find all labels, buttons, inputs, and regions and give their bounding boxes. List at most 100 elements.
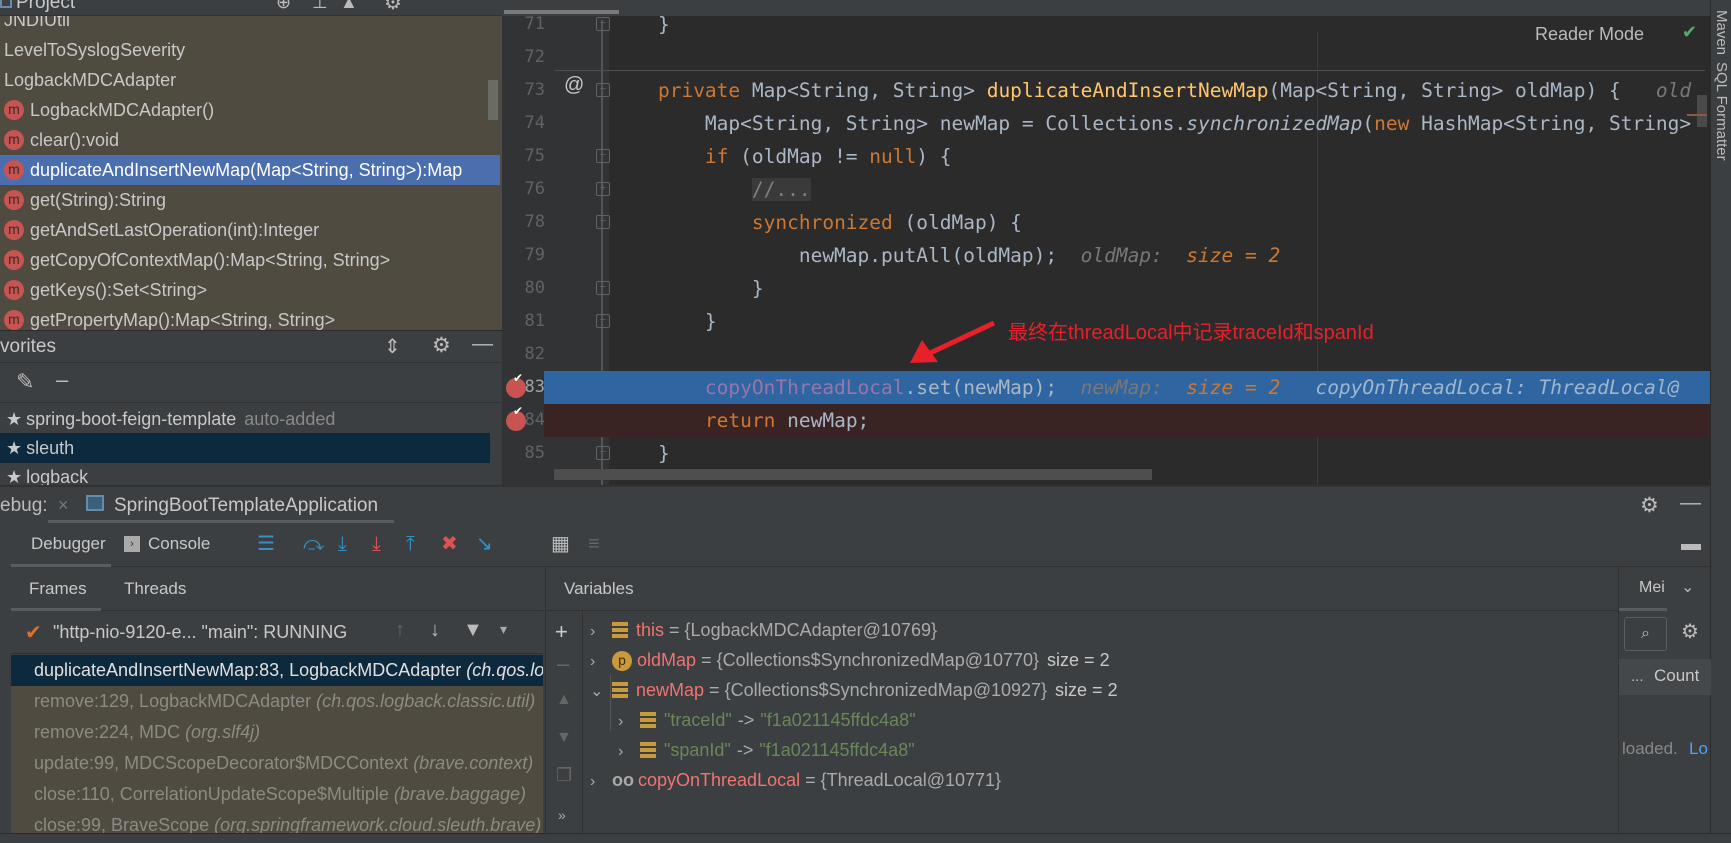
breakpoint-icon[interactable]	[506, 404, 526, 431]
project-tree[interactable]: JNDIUtil LevelToSyslogSeverity LogbackMDCA…	[0, 16, 502, 330]
expand-icon[interactable]: ⌄	[590, 677, 612, 707]
stack-frame[interactable]: remove:129, LogbackMDCAdapter (ch.qos.lo…	[11, 686, 543, 717]
drop-frame-icon[interactable]: ✖	[441, 532, 458, 556]
collapse-all-icon[interactable]: ⊥	[312, 0, 328, 13]
variable-row[interactable]: › oo copyOnThreadLocal = {ThreadLocal@1077…	[590, 765, 1001, 795]
globe-icon[interactable]: ⊕	[276, 0, 291, 13]
code-line[interactable]: if (oldMap != null) {	[611, 140, 1710, 173]
code-line[interactable]: synchronized (oldMap) {	[611, 206, 1710, 239]
filter-icon[interactable]: ▼	[463, 619, 483, 642]
expand-icon[interactable]: ›	[590, 617, 612, 647]
tab-console[interactable]: Console	[148, 534, 210, 554]
favorite-item[interactable]: ★ logback	[0, 462, 490, 485]
trace-icon[interactable]: ≡	[588, 532, 600, 556]
editor-scrollbar[interactable]	[1697, 95, 1707, 127]
code-line[interactable]: Map<String, String> newMap = Collections…	[611, 107, 1710, 140]
expand-icon[interactable]: ›	[618, 737, 640, 767]
stack-frame[interactable]: close:99, BraveScope (org.springframewor…	[11, 810, 543, 835]
variable-row[interactable]: › p oldMap = {Collections$SynchronizedMap@…	[590, 645, 1110, 675]
stack-frame[interactable]: duplicateAndInsertNewMap:83, LogbackMDCA…	[11, 655, 543, 686]
project-title[interactable]: Project	[16, 0, 75, 14]
search-icon[interactable]: ⌕	[1624, 617, 1667, 651]
show-execution-point-icon[interactable]: ⤼	[303, 532, 324, 556]
reader-mode-button[interactable]: Reader Mode	[1535, 24, 1644, 45]
project-tree-item[interactable]: JNDIUtil	[0, 16, 500, 35]
gear-icon[interactable]: ⚙	[432, 333, 451, 358]
code-line[interactable]: newMap.putAll(oldMap); oldMap: size = 2	[611, 239, 1710, 272]
dropdown-icon[interactable]: ▾	[500, 621, 507, 638]
step-out-icon[interactable]: ⤒	[406, 532, 415, 556]
fold-marker-icon[interactable]: −	[596, 83, 610, 97]
scroll-from-source-icon[interactable]: ▲	[340, 0, 358, 13]
code-line[interactable]	[611, 41, 1710, 74]
maven-tool-button[interactable]: Maven	[1713, 10, 1730, 55]
step-into-icon[interactable]: ⤓	[372, 532, 381, 556]
step-over-icon[interactable]: ⤓	[338, 532, 347, 556]
thread-selector[interactable]: ✔ "http-nio-9120-e... "main": RUNNING ↑ …	[11, 611, 543, 654]
override-icon[interactable]: @	[564, 74, 584, 97]
fold-marker-icon[interactable]: −	[596, 215, 610, 229]
evaluate-icon[interactable]: ▦	[551, 532, 570, 556]
stack-frame[interactable]: remove:224, MDC (org.slf4j)	[11, 717, 543, 748]
fold-marker-icon[interactable]: +	[596, 182, 610, 196]
tab-frames[interactable]: Frames	[11, 567, 101, 611]
expand-icon[interactable]: ›	[590, 767, 612, 797]
variable-row[interactable]: › "spanId" -> "f1a021145ffdc4a8"	[618, 735, 915, 765]
tab-debugger[interactable]: Debugger	[11, 524, 111, 567]
remove-watch-icon[interactable]: –	[557, 651, 569, 677]
fold-marker-icon[interactable]: −	[596, 149, 610, 163]
variable-row[interactable]: › this = {LogbackMDCAdapter@10769}	[590, 615, 937, 645]
copy-icon[interactable]: ❐	[556, 765, 572, 786]
variable-row[interactable]: › "traceId" -> "f1a021145ffdc4a8"	[618, 705, 916, 735]
gear-icon[interactable]: ⚙	[1640, 493, 1659, 518]
code-line[interactable]: }	[611, 437, 1710, 470]
code-line[interactable]: private Map<String, String> duplicateAnd…	[611, 74, 1710, 107]
stack-frame[interactable]: update:99, MDCScopeDecorator$MDCContext …	[11, 748, 543, 779]
project-tree-item[interactable]: m get(String):String	[0, 185, 500, 215]
layout-settings-icon[interactable]: ▬	[1681, 532, 1701, 556]
frames-list[interactable]: duplicateAndInsertNewMap:83, LogbackMDCA…	[11, 655, 543, 835]
tab-run-config[interactable]: SpringBootTemplateApplication	[48, 487, 394, 523]
tab-memory[interactable]: Mei	[1619, 567, 1667, 611]
project-tree-item[interactable]: m getPropertyMap():Map<String, String>	[0, 305, 500, 330]
chevron-down-icon[interactable]: ⌄	[1681, 577, 1694, 597]
load-classes-link[interactable]: Lo	[1689, 739, 1708, 759]
more-icon[interactable]: »	[558, 807, 566, 823]
code-line[interactable]: //...	[611, 173, 1710, 206]
expand-icon[interactable]: ›	[618, 707, 640, 737]
edit-icon[interactable]: ✎	[16, 369, 34, 395]
gear-icon[interactable]: ⚙	[384, 0, 402, 15]
collapse-icon[interactable]: ⇕	[384, 334, 401, 359]
code-line[interactable]: return newMap;	[611, 404, 1710, 437]
gear-icon[interactable]: ⚙	[1681, 619, 1699, 644]
fold-marker-icon[interactable]: −	[596, 314, 610, 328]
column-count[interactable]: Count	[1654, 666, 1699, 686]
project-tree-item[interactable]: m getCopyOfContextMap():Map<String, Strin…	[0, 245, 500, 275]
project-tree-item[interactable]: LevelToSyslogSeverity	[0, 35, 500, 65]
minimize-icon[interactable]: —	[1680, 491, 1701, 515]
breakpoint-icon[interactable]	[506, 371, 526, 398]
project-scrollbar[interactable]	[488, 80, 498, 120]
tab-threads[interactable]: Threads	[124, 579, 186, 599]
add-watch-icon[interactable]: +	[555, 619, 568, 645]
code-line[interactable]: }	[611, 272, 1710, 305]
variables-tree[interactable]: › this = {LogbackMDCAdapter@10769} › p oldMa…	[590, 611, 1610, 835]
remove-icon[interactable]: –	[56, 367, 68, 393]
run-to-cursor-icon[interactable]: ↘	[476, 532, 493, 556]
project-tree-item[interactable]: m clear():void	[0, 125, 500, 155]
code-editor[interactable]: 71 − } 72 73 − private Map<String, String> d…	[502, 0, 1710, 485]
fold-marker-icon[interactable]: −	[596, 446, 610, 460]
minimize-icon[interactable]: —	[472, 332, 493, 356]
code-line[interactable]: copyOnThreadLocal.set(newMap); newMap: s…	[611, 371, 1710, 404]
fold-marker-icon[interactable]: −	[596, 281, 610, 295]
project-tree-item[interactable]: LogbackMDCAdapter	[0, 65, 500, 95]
fold-marker-icon[interactable]: −	[596, 17, 610, 31]
expand-icon[interactable]: ›	[590, 647, 612, 677]
move-down-icon[interactable]: ▼	[556, 729, 572, 747]
sql-formatter-tool-button[interactable]: SQL Formatter	[1713, 62, 1730, 161]
favorite-item[interactable]: ★ sleuth	[0, 433, 490, 463]
project-tree-item[interactable]: m duplicateAndInsertNewMap(Map<String, St…	[0, 155, 500, 185]
layout-icon[interactable]: ☰	[257, 532, 275, 556]
move-up-icon[interactable]: ▲	[556, 691, 572, 709]
project-tree-item[interactable]: m getAndSetLastOperation(int):Integer	[0, 215, 500, 245]
